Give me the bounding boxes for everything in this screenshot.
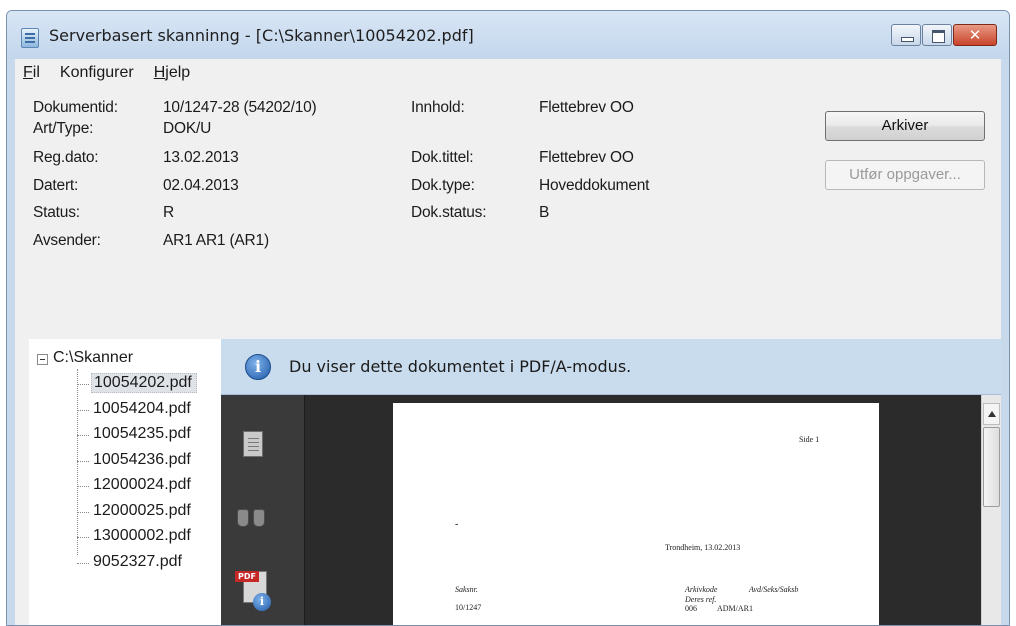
tree-connector-branch — [77, 562, 89, 564]
pdf-info-icon[interactable]: PDF i — [235, 565, 275, 615]
info-message: Du viser dette dokumentet i PDF/A-modus. — [289, 357, 632, 376]
window-title: Serverbasert skanninng - [C:\Skanner\100… — [49, 26, 474, 45]
dokstatus-value: B — [539, 204, 550, 221]
datert-value: 02.04.2013 — [163, 177, 239, 194]
status-value: R — [163, 204, 174, 221]
page-place-date: Trondheim, 13.02.2013 — [665, 543, 741, 552]
menu-fil[interactable]: Fil — [15, 59, 50, 87]
client-area: Fil Konfigurer Hjelp Dokumentid: 10/1247… — [15, 59, 1001, 625]
page-thumbnails-icon[interactable] — [238, 426, 263, 457]
dokstatus-label: Dok.status: — [411, 204, 487, 221]
minimize-button[interactable] — [891, 24, 921, 46]
menu-hjelp-mnemonic: H — [153, 64, 166, 81]
document-metadata: Dokumentid: 10/1247-28 (54202/10) Art/Ty… — [15, 87, 1001, 339]
doktittel-label: Dok.tittel: — [411, 149, 474, 166]
page-saksnr-label: Saksnr. — [455, 585, 478, 594]
pdf-viewer: i Du viser dette dokumentet i PDF/A-modu… — [221, 339, 1001, 625]
avsender-label: Avsender: — [33, 232, 101, 249]
page-dash: - — [455, 519, 459, 530]
arkiver-button[interactable]: Arkiver — [825, 111, 985, 141]
menu-fil-rest: il — [32, 64, 40, 81]
regdato-value: 13.02.2013 — [163, 149, 239, 166]
pdf-page: Side 1 - Trondheim, 13.02.2013 Saksnr. 1… — [393, 403, 879, 625]
tree-connector-branch — [77, 511, 89, 513]
doktype-value: Hoveddokument — [539, 177, 650, 194]
status-label: Status: — [33, 204, 80, 221]
app-icon — [21, 28, 39, 48]
tree-connector-branch — [77, 384, 89, 385]
tree-file-label: 12000025.pdf — [93, 501, 191, 519]
tree-file-label: 10054202.pdf — [91, 373, 197, 393]
page-number-text: Side 1 — [799, 435, 820, 444]
page-saksnr-value: 10/1247 — [455, 603, 482, 612]
maximize-button[interactable] — [922, 24, 952, 46]
page-avd-value: ADM/AR1 — [717, 604, 754, 613]
title-bar[interactable]: Serverbasert skanninng - [C:\Skanner\100… — [7, 11, 1009, 59]
utfor-oppgaver-button[interactable]: Utfør oppgaver... — [825, 160, 985, 190]
menu-konfigurer[interactable]: Konfigurer — [50, 59, 144, 87]
menu-bar: Fil Konfigurer Hjelp — [15, 59, 1001, 87]
datert-label: Datert: — [33, 177, 79, 194]
dokumentid-label: Dokumentid: — [33, 99, 118, 116]
dokumentid-value: 10/1247-28 (54202/10) — [163, 99, 317, 116]
page-arkivkode-label: Arkivkode — [685, 585, 718, 594]
tree-file-label: 12000024.pdf — [93, 476, 191, 493]
scroll-thumb[interactable] — [983, 427, 1000, 507]
tree-file-label: 10054204.pdf — [93, 399, 191, 417]
tree-connector-branch — [77, 537, 89, 538]
innhold-label: Innhold: — [411, 99, 465, 116]
page-deres-ref-label: Deres ref. — [685, 595, 717, 604]
doktittel-value: Flettebrev OO — [539, 149, 634, 166]
tree-file-label: 13000002.pdf — [93, 527, 191, 544]
caption-buttons: ✕ — [891, 24, 997, 46]
avsender-value: AR1 AR1 (AR1) — [163, 232, 269, 249]
info-bar: i Du viser dette dokumentet i PDF/A-modu… — [221, 339, 1001, 395]
pdf-tag: PDF — [235, 571, 259, 582]
tree-file-label: 10054235.pdf — [93, 425, 191, 442]
tree-file-label: 9052327.pdf — [93, 552, 182, 570]
arttype-label: Art/Type: — [33, 120, 94, 137]
collapse-icon[interactable] — [37, 354, 48, 365]
page-arkivkode-value: 006 — [685, 604, 697, 613]
arttype-value: DOK/U — [163, 120, 212, 137]
tree-connector-branch — [77, 486, 89, 487]
info-icon: i — [245, 354, 271, 380]
innhold-value: Flettebrev OO — [539, 99, 634, 116]
page-avd-label: Avd/Seks/Saksb — [749, 585, 799, 594]
close-button[interactable]: ✕ — [953, 24, 997, 46]
doktype-label: Dok.type: — [411, 177, 475, 194]
tree-root-folder[interactable]: C:\Skanner — [53, 349, 133, 367]
regdato-label: Reg.dato: — [33, 149, 99, 166]
vertical-scrollbar[interactable] — [981, 395, 1001, 625]
menu-fil-mnemonic: F — [23, 64, 33, 81]
menu-hjelp[interactable]: Hjelp — [144, 59, 200, 87]
tree-connector-branch — [77, 460, 89, 462]
pdf-info-badge: i — [253, 593, 271, 611]
tree-connector-branch — [77, 409, 89, 411]
binoculars-icon[interactable] — [237, 505, 267, 527]
tree-connector — [77, 369, 78, 555]
close-icon: ✕ — [968, 26, 982, 44]
menu-hjelp-rest: jelp — [165, 64, 191, 81]
tree-connector-branch — [77, 435, 89, 436]
viewer-toolbar: PDF i — [221, 395, 305, 625]
file-tree: C:\Skanner 10054202.pdf 10054204.pdf 10054… — [29, 339, 221, 625]
tree-file-label: 10054236.pdf — [93, 450, 191, 468]
app-window: Serverbasert skanninng - [C:\Skanner\100… — [6, 10, 1010, 626]
scroll-up-icon[interactable] — [983, 403, 1000, 425]
